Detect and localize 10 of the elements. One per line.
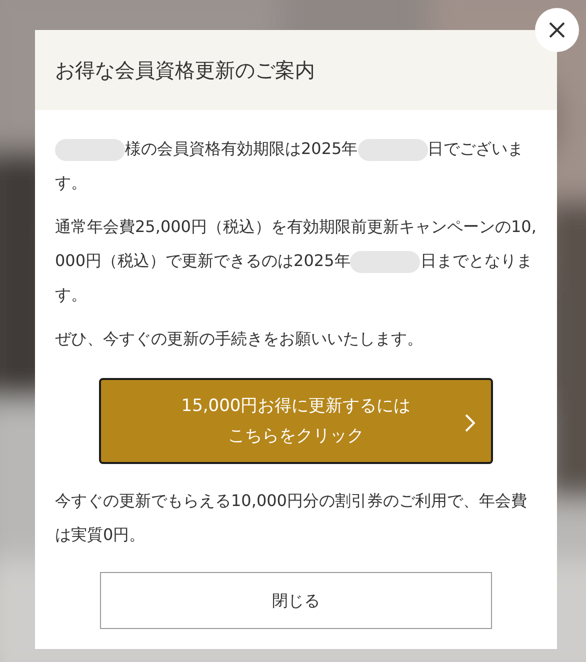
redaction-blur [350,250,420,273]
message-text: 様の会員資格有効期限は2025年 日でございます。 [55,138,525,194]
message-text: 通常年会費25,000円（税込）を有効期限前更新キャンペーンの10,000円（税込）で更新できるのは2025年 日までとなります。 [55,216,537,306]
close-dialog-button[interactable]: 閉じる [100,572,492,629]
dialog-title: お得な会員資格更新のご案内 [55,57,315,84]
message-text: ぜひ、今すぐの更新の手続きをお願いいたします。 [55,328,424,350]
redaction-blur [55,138,125,161]
redaction-blur [358,138,428,161]
note-text: 今すぐの更新でもらえる10,000円分の割引券のご利用で、年会費は実質0円。 [55,490,528,546]
chevron-right-icon [465,414,475,432]
